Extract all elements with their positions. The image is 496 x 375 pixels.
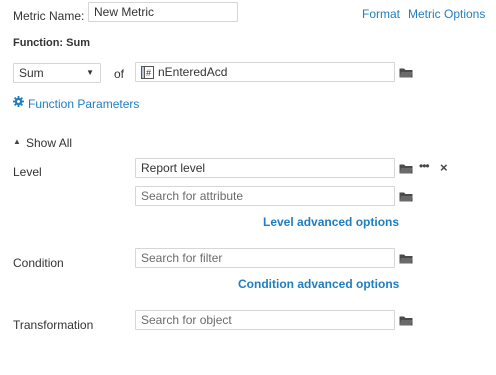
folder-icon[interactable] [399,191,413,202]
folder-icon[interactable] [399,253,413,264]
of-label: of [114,67,125,81]
function-parameters-label: Function Parameters [28,97,140,111]
filter-search-input[interactable]: Search for filter [135,248,395,268]
level-label: Level [13,165,42,179]
folder-icon[interactable] [399,163,413,174]
metric-options-link[interactable]: Metric Options [408,7,485,21]
condition-advanced-options-link[interactable]: Condition advanced options [238,277,399,291]
function-dropdown[interactable]: Sum ▼ [13,63,101,83]
show-all-label: Show All [26,136,73,150]
function-title: Function: Sum [13,37,90,49]
condition-label: Condition [13,256,64,270]
metric-name-label: Metric Name: [13,9,85,23]
level-advanced-options-link[interactable]: Level advanced options [263,215,399,229]
format-link[interactable]: Format [362,7,400,21]
function-dropdown-value: Sum [19,66,44,80]
folder-icon[interactable] [399,315,413,326]
metric-name-input[interactable]: New Metric [88,2,238,22]
object-search-input[interactable]: Search for object [135,310,395,330]
folder-icon[interactable] [399,67,413,78]
attribute-search-input[interactable]: Search for attribute [135,186,395,206]
function-object-input[interactable]: # nEnteredAcd [135,62,395,82]
svg-text:#: # [146,68,151,78]
close-icon[interactable]: × [440,160,448,175]
function-object-value: nEnteredAcd [158,65,228,79]
level-value-input[interactable]: Report level [135,158,395,178]
more-options-icon[interactable]: ••• [419,159,430,173]
chevron-down-icon: ▼ [86,68,94,77]
transformation-label: Transformation [13,318,94,332]
triangle-up-icon: ▲ [13,137,21,146]
gear-icon [13,96,24,107]
metric-object-icon: # [141,66,154,79]
